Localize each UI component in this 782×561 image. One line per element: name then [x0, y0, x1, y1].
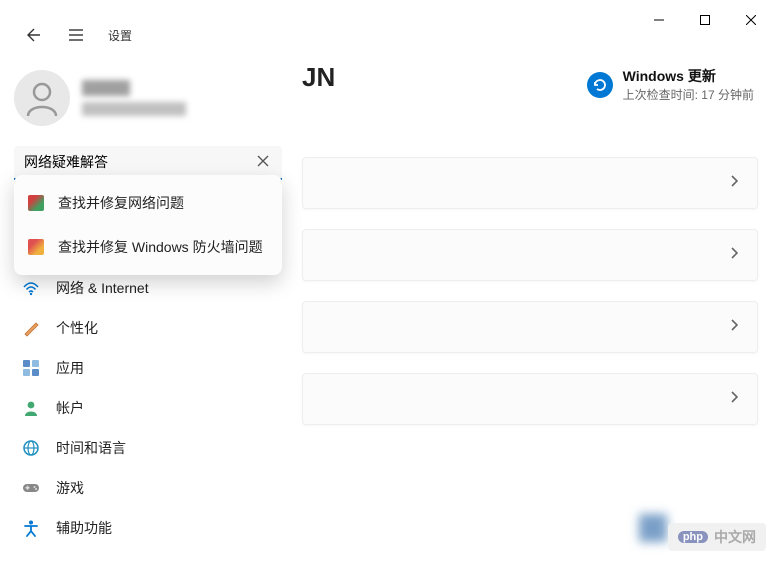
wifi-icon	[22, 279, 40, 297]
close-icon	[746, 15, 756, 25]
suggestion-label: 查找并修复 Windows 防火墙问题	[58, 237, 263, 257]
suggestion-label: 查找并修复网络问题	[58, 193, 184, 213]
setting-card[interactable]	[302, 229, 758, 281]
watermark: php 中文网	[668, 523, 766, 551]
chevron-right-icon	[729, 390, 739, 409]
refresh-icon	[587, 72, 613, 98]
sidebar-item-label: 网络 & Internet	[56, 278, 149, 298]
person-icon	[22, 399, 40, 417]
windows-update-title: Windows 更新	[623, 66, 754, 86]
main-content: JN Windows 更新 上次检查时间: 17 分钟前	[296, 50, 782, 561]
watermark-text: 中文网	[714, 527, 756, 547]
minimize-icon	[654, 15, 664, 25]
apps-icon	[22, 359, 40, 377]
chevron-right-icon	[729, 318, 739, 337]
search-clear-button[interactable]	[256, 154, 274, 172]
search-suggestions: 查找并修复网络问题 查找并修复 Windows 防火墙问题	[14, 175, 282, 275]
brush-icon	[22, 319, 40, 337]
globe-icon	[22, 439, 40, 457]
windows-update-card[interactable]: Windows 更新 上次检查时间: 17 分钟前	[587, 66, 754, 103]
search-suggestion-item[interactable]: 查找并修复网络问题	[14, 181, 282, 225]
sidebar-item-label: 应用	[56, 358, 84, 378]
setting-card[interactable]	[302, 157, 758, 209]
sidebar-item-label: 辅助功能	[56, 518, 112, 538]
maximize-icon	[700, 15, 710, 25]
sidebar-item-time-language[interactable]: 时间和语言	[8, 428, 288, 468]
sidebar-item-label: 帐户	[56, 398, 84, 418]
setting-card-list	[296, 157, 758, 425]
troubleshoot-icon	[28, 195, 44, 211]
setting-card[interactable]	[302, 301, 758, 353]
setting-card[interactable]	[302, 373, 758, 425]
troubleshoot-icon	[28, 239, 44, 255]
user-email-redacted	[82, 102, 186, 116]
sidebar-item-label: 时间和语言	[56, 438, 126, 458]
sidebar-item-accessibility[interactable]: 辅助功能	[8, 508, 288, 548]
avatar	[14, 70, 70, 126]
sidebar-item-accounts[interactable]: 帐户	[8, 388, 288, 428]
watermark-brand: php	[678, 531, 708, 543]
chevron-right-icon	[729, 174, 739, 193]
user-info	[82, 80, 186, 116]
sidebar: 网络 & Internet 个性化 应用 帐户 时间和语言 游戏	[0, 50, 296, 561]
page-title: JN	[302, 62, 335, 93]
windows-update-texts: Windows 更新 上次检查时间: 17 分钟前	[623, 66, 754, 103]
back-button[interactable]	[20, 23, 44, 47]
window-title: 设置	[108, 27, 132, 44]
close-button[interactable]	[728, 4, 774, 36]
person-icon	[22, 78, 62, 118]
sidebar-item-gaming[interactable]: 游戏	[8, 468, 288, 508]
menu-button[interactable]	[64, 23, 88, 47]
chevron-right-icon	[729, 246, 739, 265]
user-card[interactable]	[8, 62, 288, 142]
accessibility-icon	[22, 519, 40, 537]
sidebar-item-personalization[interactable]: 个性化	[8, 308, 288, 348]
hamburger-icon	[68, 27, 84, 43]
back-arrow-icon	[24, 27, 40, 43]
user-name-redacted	[82, 80, 130, 96]
sidebar-item-label: 个性化	[56, 318, 98, 338]
x-icon	[256, 154, 270, 168]
watermark-blur	[639, 514, 667, 542]
gamepad-icon	[22, 479, 40, 497]
windows-update-subtitle: 上次检查时间: 17 分钟前	[623, 86, 754, 103]
nav-list: 网络 & Internet 个性化 应用 帐户 时间和语言 游戏	[8, 268, 288, 548]
maximize-button[interactable]	[682, 4, 728, 36]
minimize-button[interactable]	[636, 4, 682, 36]
sidebar-item-apps[interactable]: 应用	[8, 348, 288, 388]
sidebar-item-label: 游戏	[56, 478, 84, 498]
search-suggestion-item[interactable]: 查找并修复 Windows 防火墙问题	[14, 225, 282, 269]
